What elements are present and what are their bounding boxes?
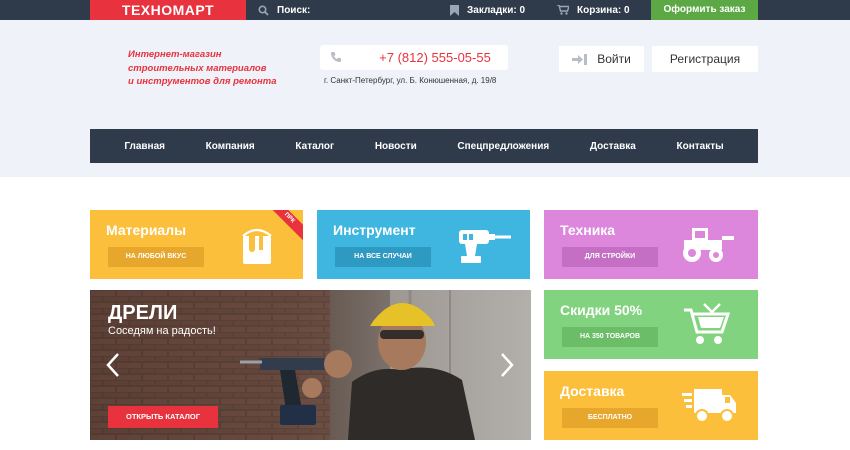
slogan: Интернет-магазин строительных материалов… — [128, 48, 277, 89]
phone-number[interactable]: +7 (812) 555-05-55 — [370, 50, 500, 65]
slide-title: ДРЕЛИ — [108, 302, 178, 324]
tile-machinery-button[interactable]: ДЛЯ СТРОЙКИ — [562, 247, 658, 267]
top-bar: ТЕХНОМАРТ Поиск: Закладки: 0 Корзина: 0 … — [0, 0, 850, 23]
login-button[interactable]: Войти — [559, 46, 644, 72]
tile-tools[interactable]: Инструмент НА ВСЕ СЛУЧАИ — [317, 210, 530, 279]
nav-item-news[interactable]: Новости — [375, 141, 417, 152]
open-catalog-button[interactable]: ОТКРЫТЬ КАТАЛОГ — [108, 406, 218, 428]
tile-machinery[interactable]: Техника ДЛЯ СТРОЙКИ — [544, 210, 758, 279]
nav-item-home[interactable]: Главная — [124, 141, 165, 152]
slider-prev-arrow[interactable] — [106, 352, 120, 382]
search[interactable]: Поиск: — [258, 0, 310, 20]
shopping-cart-icon — [684, 303, 730, 344]
tile-discounts-button[interactable]: НА 350 ТОВАРОВ — [562, 327, 658, 347]
phone-box: +7 (812) 555-05-55 — [320, 45, 508, 70]
slogan-line-1: Интернет-магазин — [128, 49, 222, 60]
delivery-truck-icon — [682, 389, 736, 423]
nav-item-special-offers[interactable]: Спецпредложения — [457, 141, 549, 152]
tile-tools-button[interactable]: НА ВСЕ СЛУЧАИ — [335, 247, 431, 267]
paint-bucket-icon — [242, 228, 272, 264]
tile-materials-button[interactable]: НА ЛЮБОЙ ВКУС — [108, 247, 204, 267]
tile-delivery-title: Доставка — [560, 383, 625, 399]
chevron-left-icon — [106, 353, 119, 377]
login-icon — [572, 53, 588, 65]
login-label: Войти — [597, 52, 631, 66]
promo-slider: ДРЕЛИ Соседям на радость! ОТКРЫТЬ КАТАЛО… — [90, 290, 531, 440]
search-icon — [258, 4, 269, 16]
nav-item-catalog[interactable]: Каталог — [295, 141, 334, 152]
slider-next-arrow[interactable] — [500, 352, 514, 382]
bookmarks-link[interactable]: Закладки: 0 — [450, 0, 525, 20]
nav-item-company[interactable]: Компания — [206, 141, 255, 152]
bookmark-icon — [450, 4, 459, 16]
tractor-icon — [683, 228, 734, 262]
tile-materials[interactable]: Материалы НА ЛЮБОЙ ВКУС ПРК — [90, 210, 303, 279]
slogan-line-2: строительных материалов — [128, 62, 267, 74]
cart-link[interactable]: Корзина: 0 — [557, 0, 630, 20]
nav-item-contacts[interactable]: Контакты — [676, 141, 723, 152]
slide-subtitle: Соседям на радость! — [108, 325, 216, 337]
search-label: Поиск: — [277, 4, 311, 16]
drill-icon — [459, 230, 511, 263]
tile-machinery-title: Техника — [560, 222, 616, 238]
main-nav: Главная Компания Каталог Новости Спецпре… — [90, 129, 758, 163]
register-button[interactable]: Регистрация — [652, 46, 758, 72]
address: г. Санкт-Петербург, ул. Б. Конюшенная, д… — [324, 76, 497, 85]
tile-discounts[interactable]: Скидки 50% НА 350 ТОВАРОВ — [544, 290, 758, 359]
tile-materials-title: Материалы — [106, 222, 187, 238]
order-button[interactable]: Оформить заказ — [651, 0, 758, 20]
phone-icon — [331, 52, 341, 62]
tile-delivery[interactable]: Доставка БЕСПЛАТНО — [544, 371, 758, 440]
chevron-right-icon — [501, 353, 514, 377]
slogan-line-3: и инструментов для ремонта — [128, 76, 277, 87]
tile-tools-title: Инструмент — [333, 222, 416, 238]
bookmarks-label: Закладки: 0 — [467, 4, 526, 16]
tile-delivery-button[interactable]: БЕСПЛАТНО — [562, 408, 658, 428]
nav-item-delivery[interactable]: Доставка — [590, 141, 636, 152]
tile-discounts-title: Скидки 50% — [560, 302, 643, 318]
cart-icon — [557, 5, 569, 15]
cart-label: Корзина: 0 — [577, 4, 630, 16]
header: Интернет-магазин строительных материалов… — [0, 20, 850, 177]
